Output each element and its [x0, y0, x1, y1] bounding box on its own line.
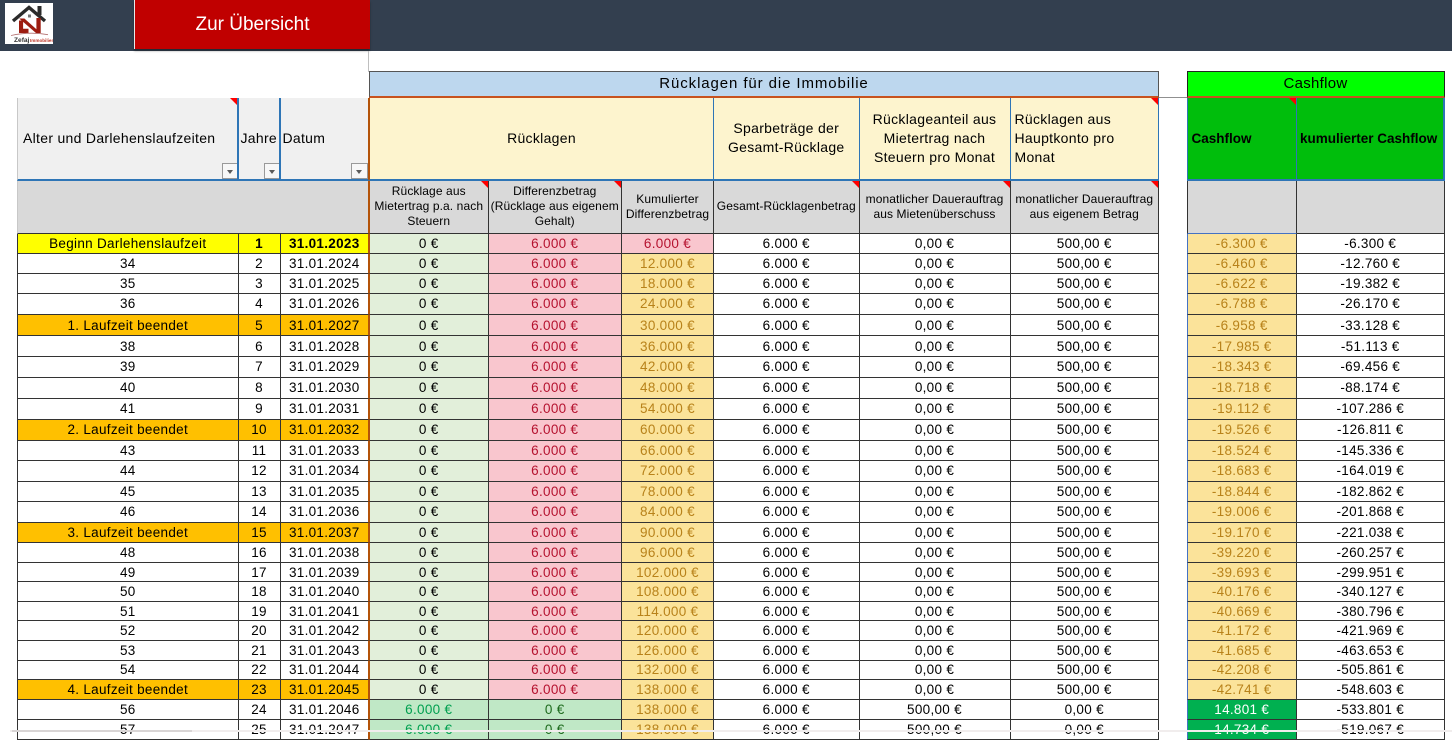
- svg-text:Immobilien: Immobilien: [30, 38, 53, 43]
- svg-text:Zefaj: Zefaj: [14, 37, 30, 44]
